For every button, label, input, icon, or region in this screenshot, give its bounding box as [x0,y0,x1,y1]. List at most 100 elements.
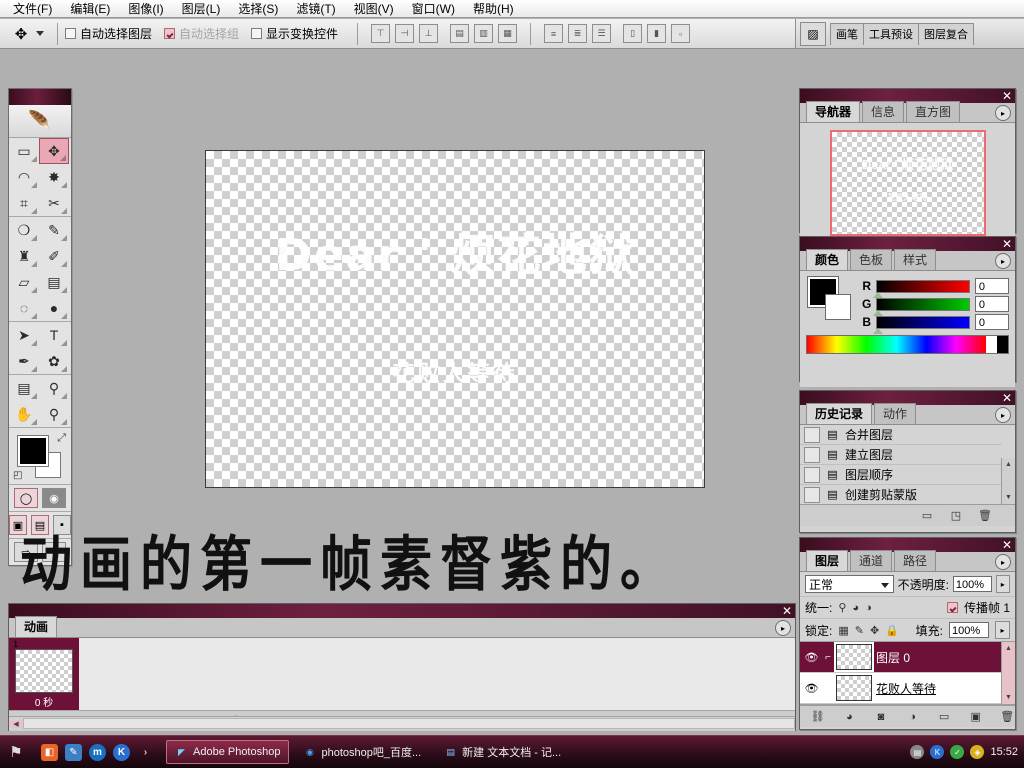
zoom-tool-button[interactable]: ⚲ [39,401,69,427]
menu-edit[interactable]: 编辑(E) [61,0,119,18]
healing-brush-tool-button[interactable]: ❍ [9,217,39,243]
align-horizontal-centers-icon[interactable]: ▥ [474,24,493,43]
layer-visibility-icon[interactable]: 👁 [803,651,820,664]
layer-name[interactable]: 图层 0 [876,649,910,666]
delete-layer-icon[interactable]: 🗑 [999,709,1015,724]
link-layers-icon[interactable]: ⛓ [810,709,826,724]
adjustment-layer-icon[interactable]: ◑ [905,709,921,724]
eraser-tool-button[interactable]: ▱ [9,269,39,295]
tab-animation[interactable]: 动画 [15,616,57,637]
blue-channel-knob[interactable] [873,328,883,334]
align-bottom-edges-icon[interactable]: ⊥ [419,24,438,43]
history-snapshot-box[interactable] [804,487,820,503]
scroll-down-icon[interactable]: ▼ [1002,491,1015,504]
tab-swatches[interactable]: 色板 [850,249,892,270]
path-selection-tool-button[interactable]: ➤ [9,322,39,348]
layer-visibility-icon[interactable]: 👁 [803,682,820,695]
unify-position-icon[interactable]: ⚲ [838,601,846,614]
distribute-right-edges-icon[interactable]: ▫ [671,24,690,43]
shape-tool-button[interactable]: ✿ [39,348,69,374]
align-top-edges-icon[interactable]: ⊤ [371,24,390,43]
brush-tool-button[interactable]: ✎ [39,217,69,243]
scroll-down-icon[interactable]: ▼ [1002,691,1015,704]
propagate-frame-checkbox[interactable] [947,602,958,613]
magic-wand-tool-button[interactable]: ✸ [39,164,69,190]
spectrum-white-swatch[interactable] [986,336,997,353]
scroll-left-icon[interactable]: ◀ [9,720,23,728]
history-item[interactable]: ▤ 创建剪贴蒙版 [800,485,1002,505]
tab-histogram[interactable]: 直方图 [906,101,960,122]
auto-select-layer-option[interactable]: 自动选择图层 [65,25,152,42]
blur-tool-button[interactable]: ◌ [9,295,39,321]
lock-image-icon[interactable]: ✎ [855,624,864,637]
quicklaunch-expand-icon[interactable]: › [137,744,154,761]
palette-menu-icon[interactable]: ▸ [775,620,791,636]
palette-well-icon[interactable]: ▨ [800,22,826,46]
notes-tool-button[interactable]: ▤ [9,375,39,401]
auto-select-group-option[interactable]: 自动选择组 [164,25,239,42]
eyedropper-tool-button[interactable]: ⚲ [39,375,69,401]
blue-channel-slider[interactable] [876,316,970,329]
shield-tray-icon[interactable]: ◈ [970,745,984,759]
close-icon[interactable]: ✕ [1002,538,1012,552]
blend-mode-dropdown[interactable]: 正常 [805,575,894,593]
align-vertical-centers-icon[interactable]: ⊣ [395,24,414,43]
quicklaunch-media-icon[interactable]: ◧ [41,744,58,761]
new-group-icon[interactable]: ▭ [936,709,952,724]
fill-field[interactable]: 100% [949,622,989,638]
well-tab-brushes[interactable]: 画笔 [830,23,864,45]
history-item[interactable]: ▤ 合并图层 [800,425,1002,445]
quicklaunch-kingsoft-icon[interactable]: K [113,744,130,761]
move-tool-button[interactable]: ✥ [39,138,69,164]
history-brush-tool-button[interactable]: ✐ [39,243,69,269]
auto-select-layer-checkbox[interactable] [65,28,76,39]
delete-state-icon[interactable]: 🗑 [977,508,993,523]
animation-grip[interactable]: ✕ [9,604,795,618]
align-left-edges-icon[interactable]: ▤ [450,24,469,43]
layer-thumbnail[interactable] [836,644,872,670]
spectrum-black-swatch[interactable] [997,336,1008,353]
menu-view[interactable]: 视图(V) [345,0,403,18]
close-icon[interactable]: ✕ [1002,89,1012,103]
quicklaunch-maxthon-icon[interactable]: m [89,744,106,761]
layer-thumbnail[interactable] [836,675,872,701]
unify-visibility-icon[interactable]: ◕ [852,602,859,614]
fill-stepper-icon[interactable]: ▸ [995,621,1010,639]
well-tab-layer-comps[interactable]: 图层复合 [918,23,974,45]
show-transform-controls-checkbox[interactable] [251,28,262,39]
red-channel-value[interactable]: 0 [975,278,1009,294]
tab-channels[interactable]: 通道 [850,550,892,571]
taskbar-item-photoshop[interactable]: ◤ Adobe Photoshop [166,740,289,764]
kingsoft-tray-icon[interactable]: K [930,745,944,759]
new-snapshot-icon[interactable]: ◳ [948,508,964,523]
navigator-thumbnail[interactable]: Dear ' 烦花地狱 花败人等待 [830,130,986,236]
tab-paths[interactable]: 路径 [894,550,936,571]
tab-layers[interactable]: 图层 [806,550,848,571]
close-icon[interactable]: ✕ [782,604,792,618]
crop-tool-button[interactable]: ⌗ [9,190,39,216]
slice-tool-button[interactable]: ✂ [39,190,69,216]
palette-menu-icon[interactable]: ▸ [995,253,1011,269]
close-icon[interactable]: ✕ [1002,391,1012,405]
layer-mask-icon[interactable]: ◙ [873,709,889,724]
chevron-down-icon[interactable] [36,31,44,36]
scroll-up-icon[interactable]: ▲ [1002,458,1015,471]
clone-stamp-tool-button[interactable]: ♜ [9,243,39,269]
layers-scrollbar[interactable]: ▲ ▼ [1001,642,1015,704]
lasso-tool-button[interactable]: ◠ [9,164,39,190]
layer-name[interactable]: 花败人等待 [876,680,936,697]
menu-select[interactable]: 选择(S) [229,0,287,18]
palette-menu-icon[interactable]: ▸ [995,407,1011,423]
swap-colors-icon[interactable]: ⤢ [57,432,66,445]
blue-channel-value[interactable]: 0 [975,314,1009,330]
align-right-edges-icon[interactable]: ▦ [498,24,517,43]
unify-style-icon[interactable]: ◑ [865,602,872,614]
type-tool-button[interactable]: T [39,322,69,348]
marquee-tool-button[interactable]: ▭ [9,138,39,164]
tab-info[interactable]: 信息 [862,101,904,122]
palette-menu-icon[interactable]: ▸ [995,105,1011,121]
color-spectrum-ramp[interactable] [806,335,1009,354]
taskbar-item-browser[interactable]: ◉ photoshop吧_百度... [294,740,430,764]
palette-menu-icon[interactable]: ▸ [995,554,1011,570]
dodge-tool-button[interactable]: ● [39,295,69,321]
